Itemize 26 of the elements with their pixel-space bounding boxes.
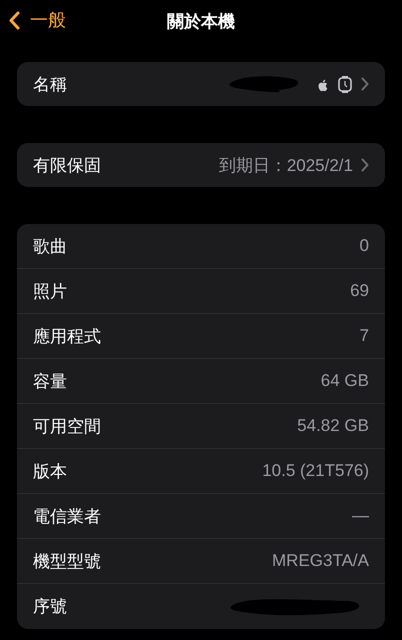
row-label: 可用空間: [33, 416, 101, 438]
row-label: 照片: [33, 280, 67, 302]
row-value: 到期日：2025/2/1: [218, 154, 353, 176]
row-label: 歌曲: [33, 236, 67, 258]
row-value: —: [352, 506, 369, 526]
row-label: 名稱: [33, 74, 67, 96]
row-value: 7: [360, 326, 369, 346]
page-title: 關於本機: [167, 10, 235, 32]
row-value: 69: [350, 281, 369, 301]
row-label: 電信業者: [33, 506, 101, 528]
back-chevron-icon: [9, 10, 20, 30]
row-label: 版本: [33, 460, 67, 482]
settings-row[interactable]: 名稱: [17, 62, 385, 106]
row-value: 10.5 (21T576): [262, 461, 369, 481]
back-button[interactable]: 一般: [9, 8, 66, 32]
watch-icon: [337, 74, 353, 94]
row-label: 容量: [33, 370, 67, 392]
settings-row[interactable]: 有限保固 到期日：2025/2/1: [17, 143, 385, 187]
row-label: 應用程式: [33, 326, 101, 348]
row-label: 序號: [33, 596, 67, 618]
row-value: 64 GB: [320, 371, 369, 391]
row-label: 有限保固: [33, 154, 101, 176]
row-label: 機型型號: [33, 550, 101, 572]
row-value: MREG3TA/A: [272, 551, 369, 571]
row-value: 54.82 GB: [297, 416, 369, 436]
row-value: 0: [360, 236, 369, 256]
